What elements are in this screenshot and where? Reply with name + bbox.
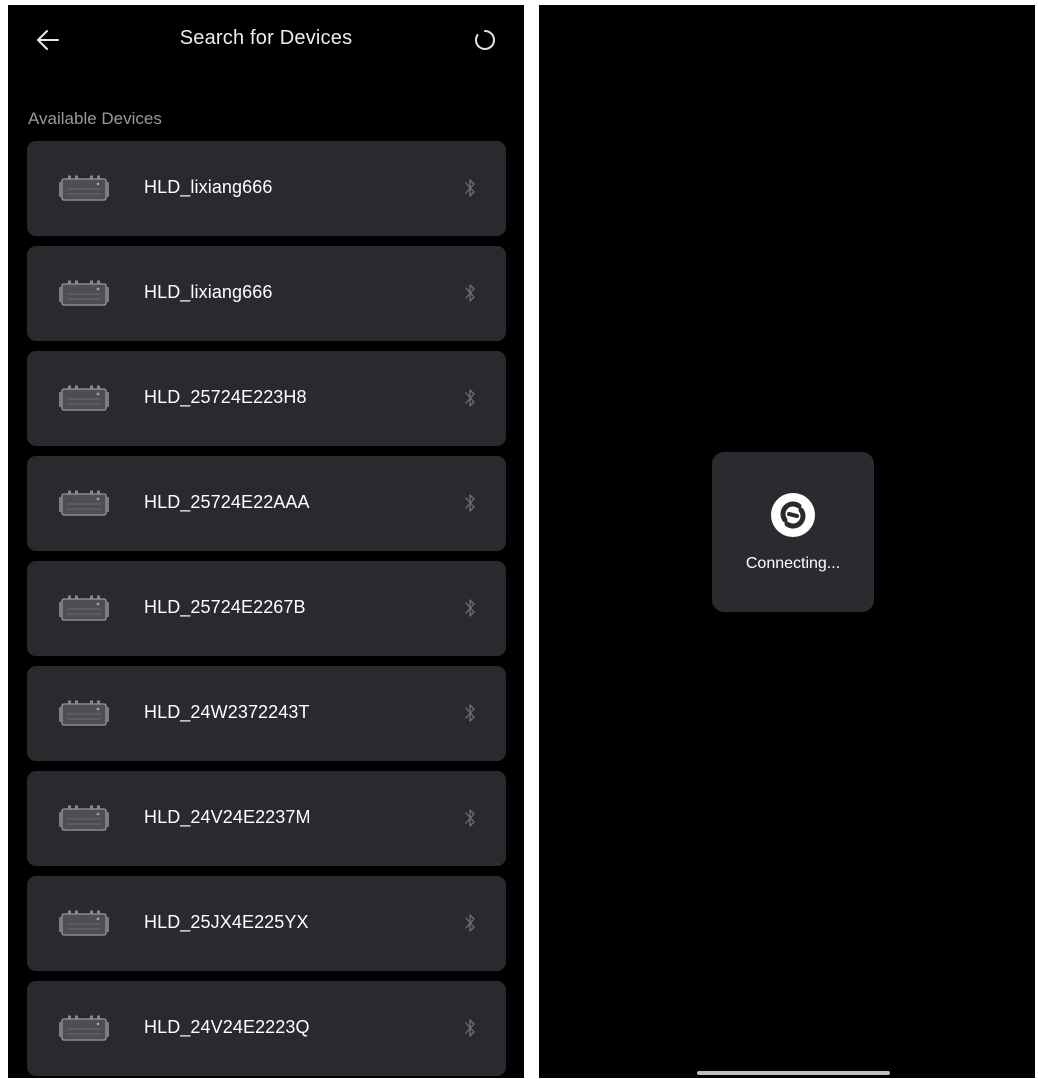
section-label-available-devices: Available Devices — [28, 109, 162, 128]
device-name: HLD_24V24E2237M — [144, 807, 311, 827]
inverter-device-icon — [59, 595, 109, 621]
device-name: HLD_lixiang666 — [144, 282, 273, 302]
device-name: HLD_25724E22AAA — [144, 492, 310, 512]
inverter-device-icon — [59, 700, 109, 726]
inverter-device-icon — [59, 910, 109, 936]
refresh-button[interactable] — [472, 27, 498, 53]
device-name: HLD_lixiang666 — [144, 177, 273, 197]
connecting-status-text: Connecting... — [745, 555, 841, 572]
bluetooth-icon — [465, 389, 475, 407]
device-list-item[interactable]: HLD_25724E223H8 — [27, 351, 506, 446]
connecting-sync-icon — [771, 493, 815, 537]
device-list-item[interactable]: HLD_lixiang666 — [27, 141, 506, 236]
page-title: Search for Devices — [179, 27, 353, 49]
device-list-item[interactable]: HLD_25724E22AAA — [27, 456, 506, 551]
header-bar: Search for Devices — [8, 5, 524, 77]
inverter-device-icon — [59, 280, 109, 306]
device-list-item[interactable]: HLD_25724E2267B — [27, 561, 506, 656]
bluetooth-icon — [465, 179, 475, 197]
inverter-device-icon — [59, 385, 109, 411]
search-devices-screen: Search for Devices Available Devices HLD… — [8, 5, 524, 1078]
bluetooth-icon — [465, 914, 475, 932]
bluetooth-icon — [465, 494, 475, 512]
device-name: HLD_25724E223H8 — [144, 387, 307, 407]
bluetooth-icon — [465, 1019, 475, 1037]
device-name: HLD_24W2372243T — [144, 702, 310, 722]
device-list-item[interactable]: HLD_25JX4E225YX — [27, 876, 506, 971]
connecting-dialog: Connecting... — [712, 452, 874, 612]
device-list-item[interactable]: HLD_24V24E2237M — [27, 771, 506, 866]
bluetooth-icon — [465, 599, 475, 617]
bluetooth-icon — [465, 704, 475, 722]
inverter-device-icon — [59, 490, 109, 516]
device-list-item[interactable]: HLD_lixiang666 — [27, 246, 506, 341]
bluetooth-icon — [465, 809, 475, 827]
device-list-item[interactable]: HLD_24W2372243T — [27, 666, 506, 761]
device-list: HLD_lixiang666 HLD_lixiang666 HLD_25724E… — [27, 141, 506, 1078]
refresh-circle-icon — [475, 30, 495, 50]
home-indicator[interactable] — [697, 1071, 890, 1075]
connecting-screen: Connecting... — [539, 5, 1035, 1078]
device-name: HLD_24V24E2223Q — [144, 1017, 310, 1037]
inverter-device-icon — [59, 1015, 109, 1041]
inverter-device-icon — [59, 805, 109, 831]
device-list-item[interactable]: HLD_24V24E2223Q — [27, 981, 506, 1076]
bluetooth-icon — [465, 284, 475, 302]
device-name: HLD_25JX4E225YX — [144, 912, 309, 932]
device-name: HLD_25724E2267B — [144, 597, 306, 617]
inverter-device-icon — [59, 175, 109, 201]
